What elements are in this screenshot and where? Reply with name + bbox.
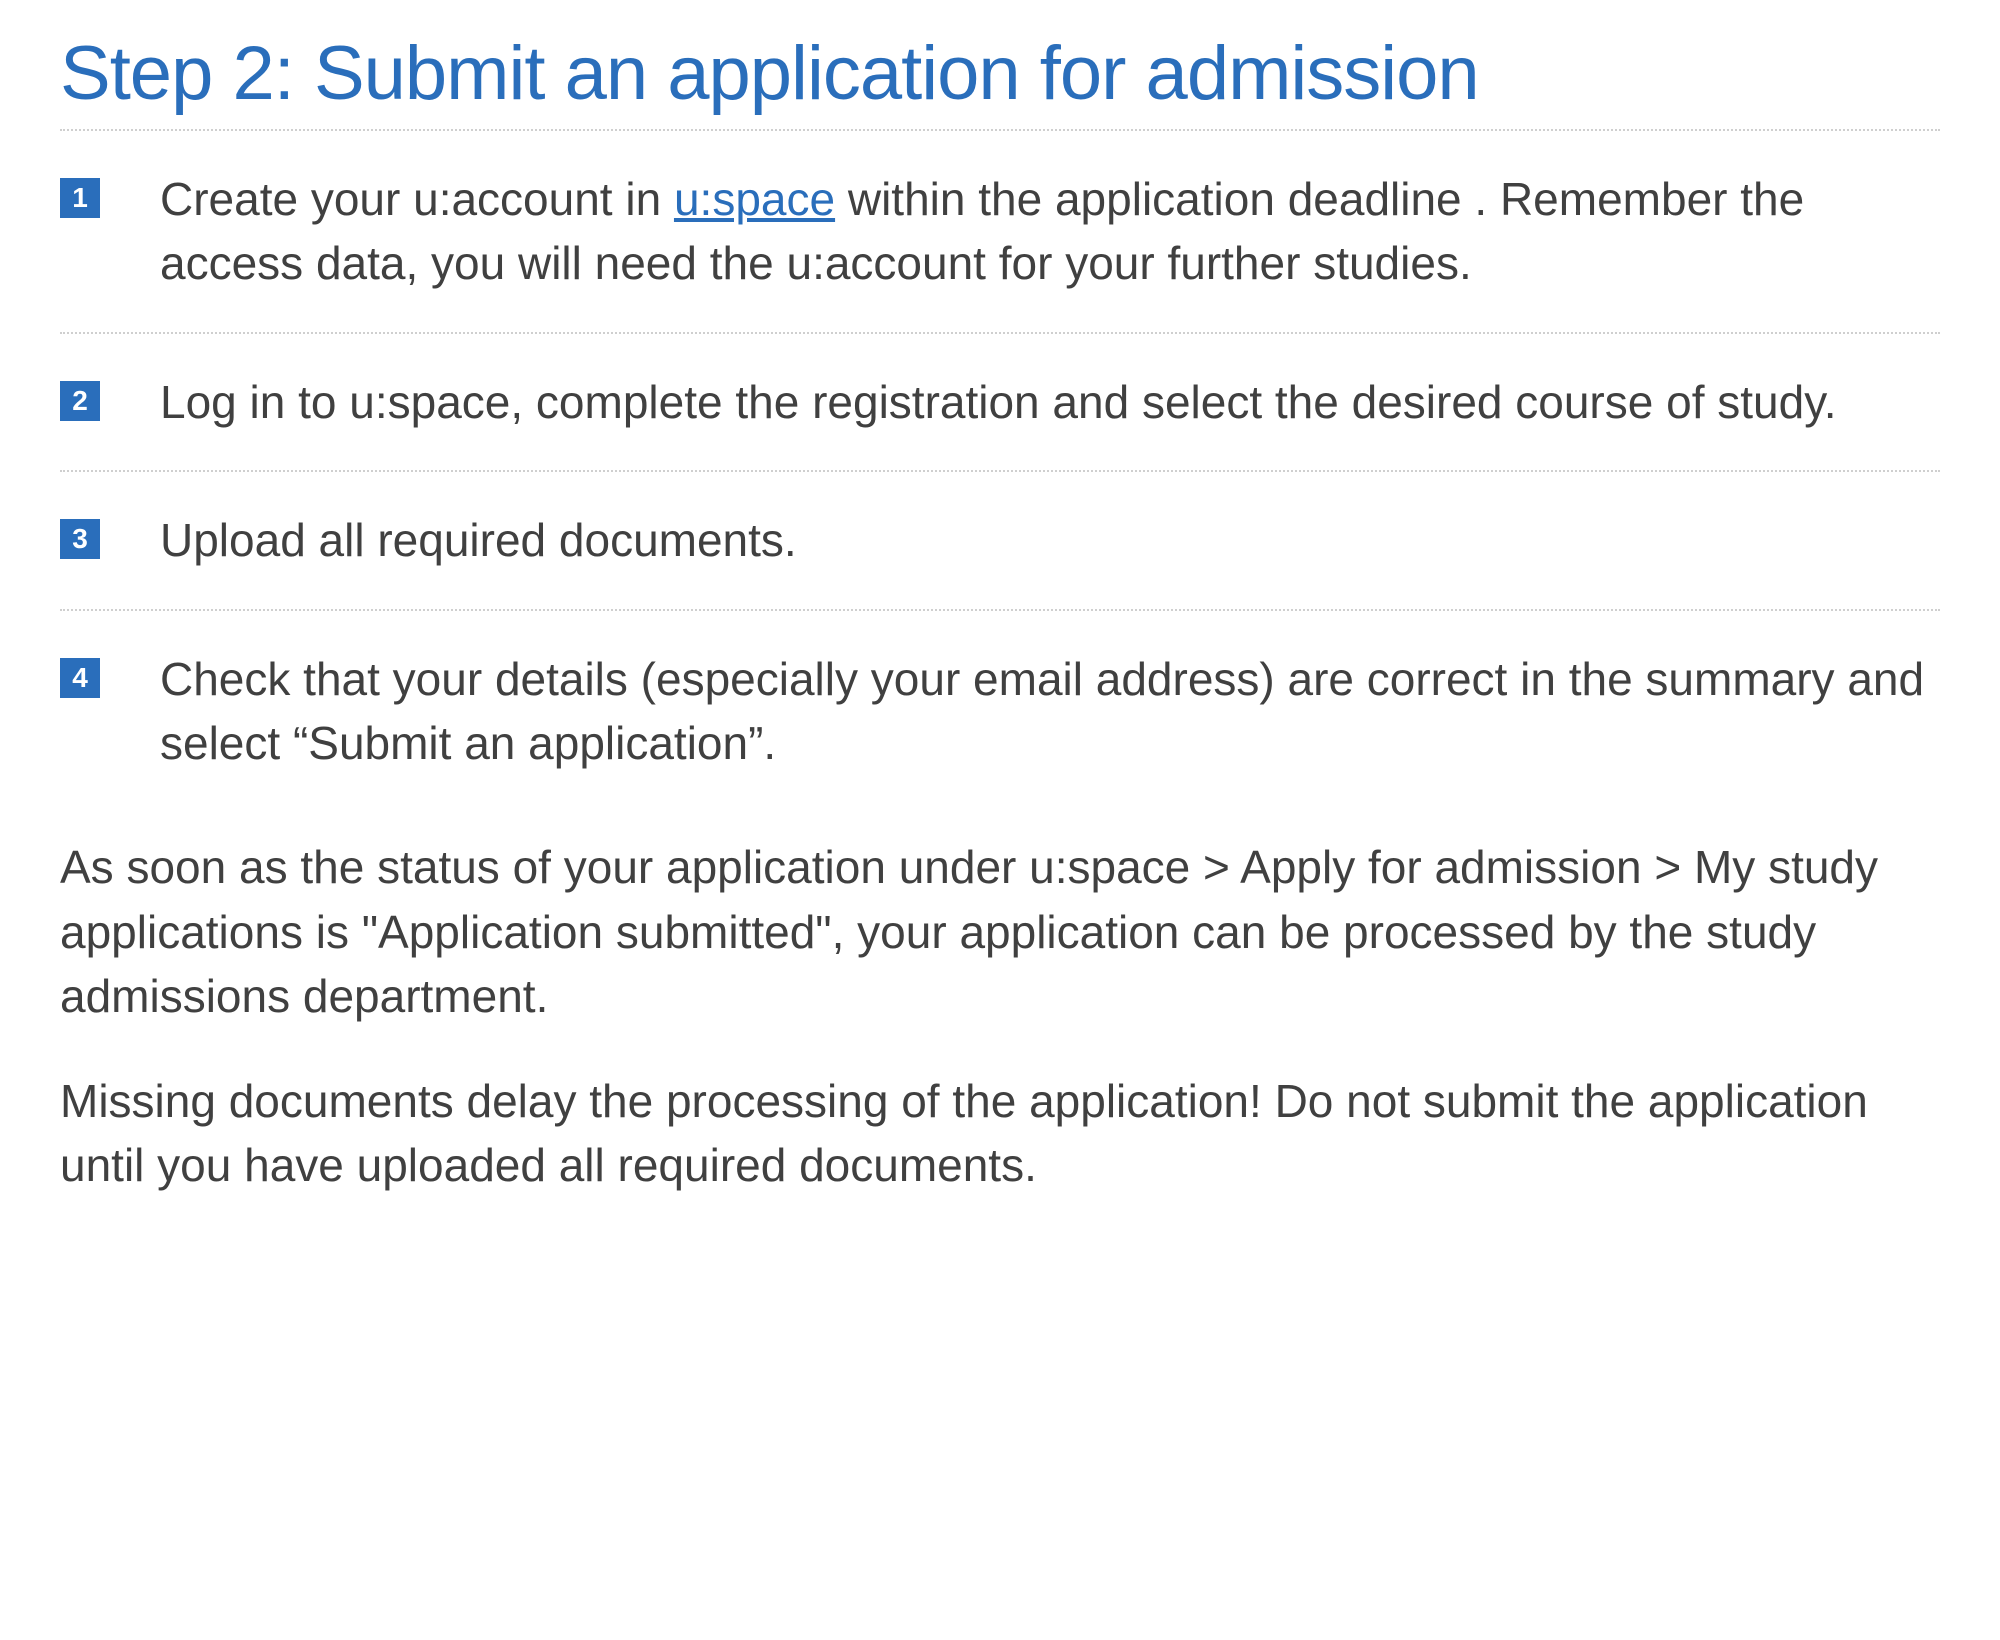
list-text: Upload all required documents. [160, 514, 797, 566]
steps-list: Create your u:account in u:space within … [60, 129, 1940, 785]
list-text: Check that your details (especially your… [160, 653, 1924, 769]
page-title: Step 2: Submit an application for admiss… [60, 30, 1940, 117]
body-paragraph: As soon as the status of your applicatio… [60, 835, 1940, 1028]
list-item: Check that your details (especially your… [60, 609, 1940, 786]
uspace-link[interactable]: u:space [674, 173, 835, 225]
list-item: Create your u:account in u:space within … [60, 129, 1940, 332]
list-item: Upload all required documents. [60, 470, 1940, 608]
page: Step 2: Submit an application for admiss… [0, 0, 2000, 1640]
list-item: Log in to u:space, complete the registra… [60, 332, 1940, 470]
body-paragraph: Missing documents delay the processing o… [60, 1069, 1940, 1198]
list-text: Log in to u:space, complete the registra… [160, 376, 1837, 428]
list-text-before: Create your u:account in [160, 173, 674, 225]
